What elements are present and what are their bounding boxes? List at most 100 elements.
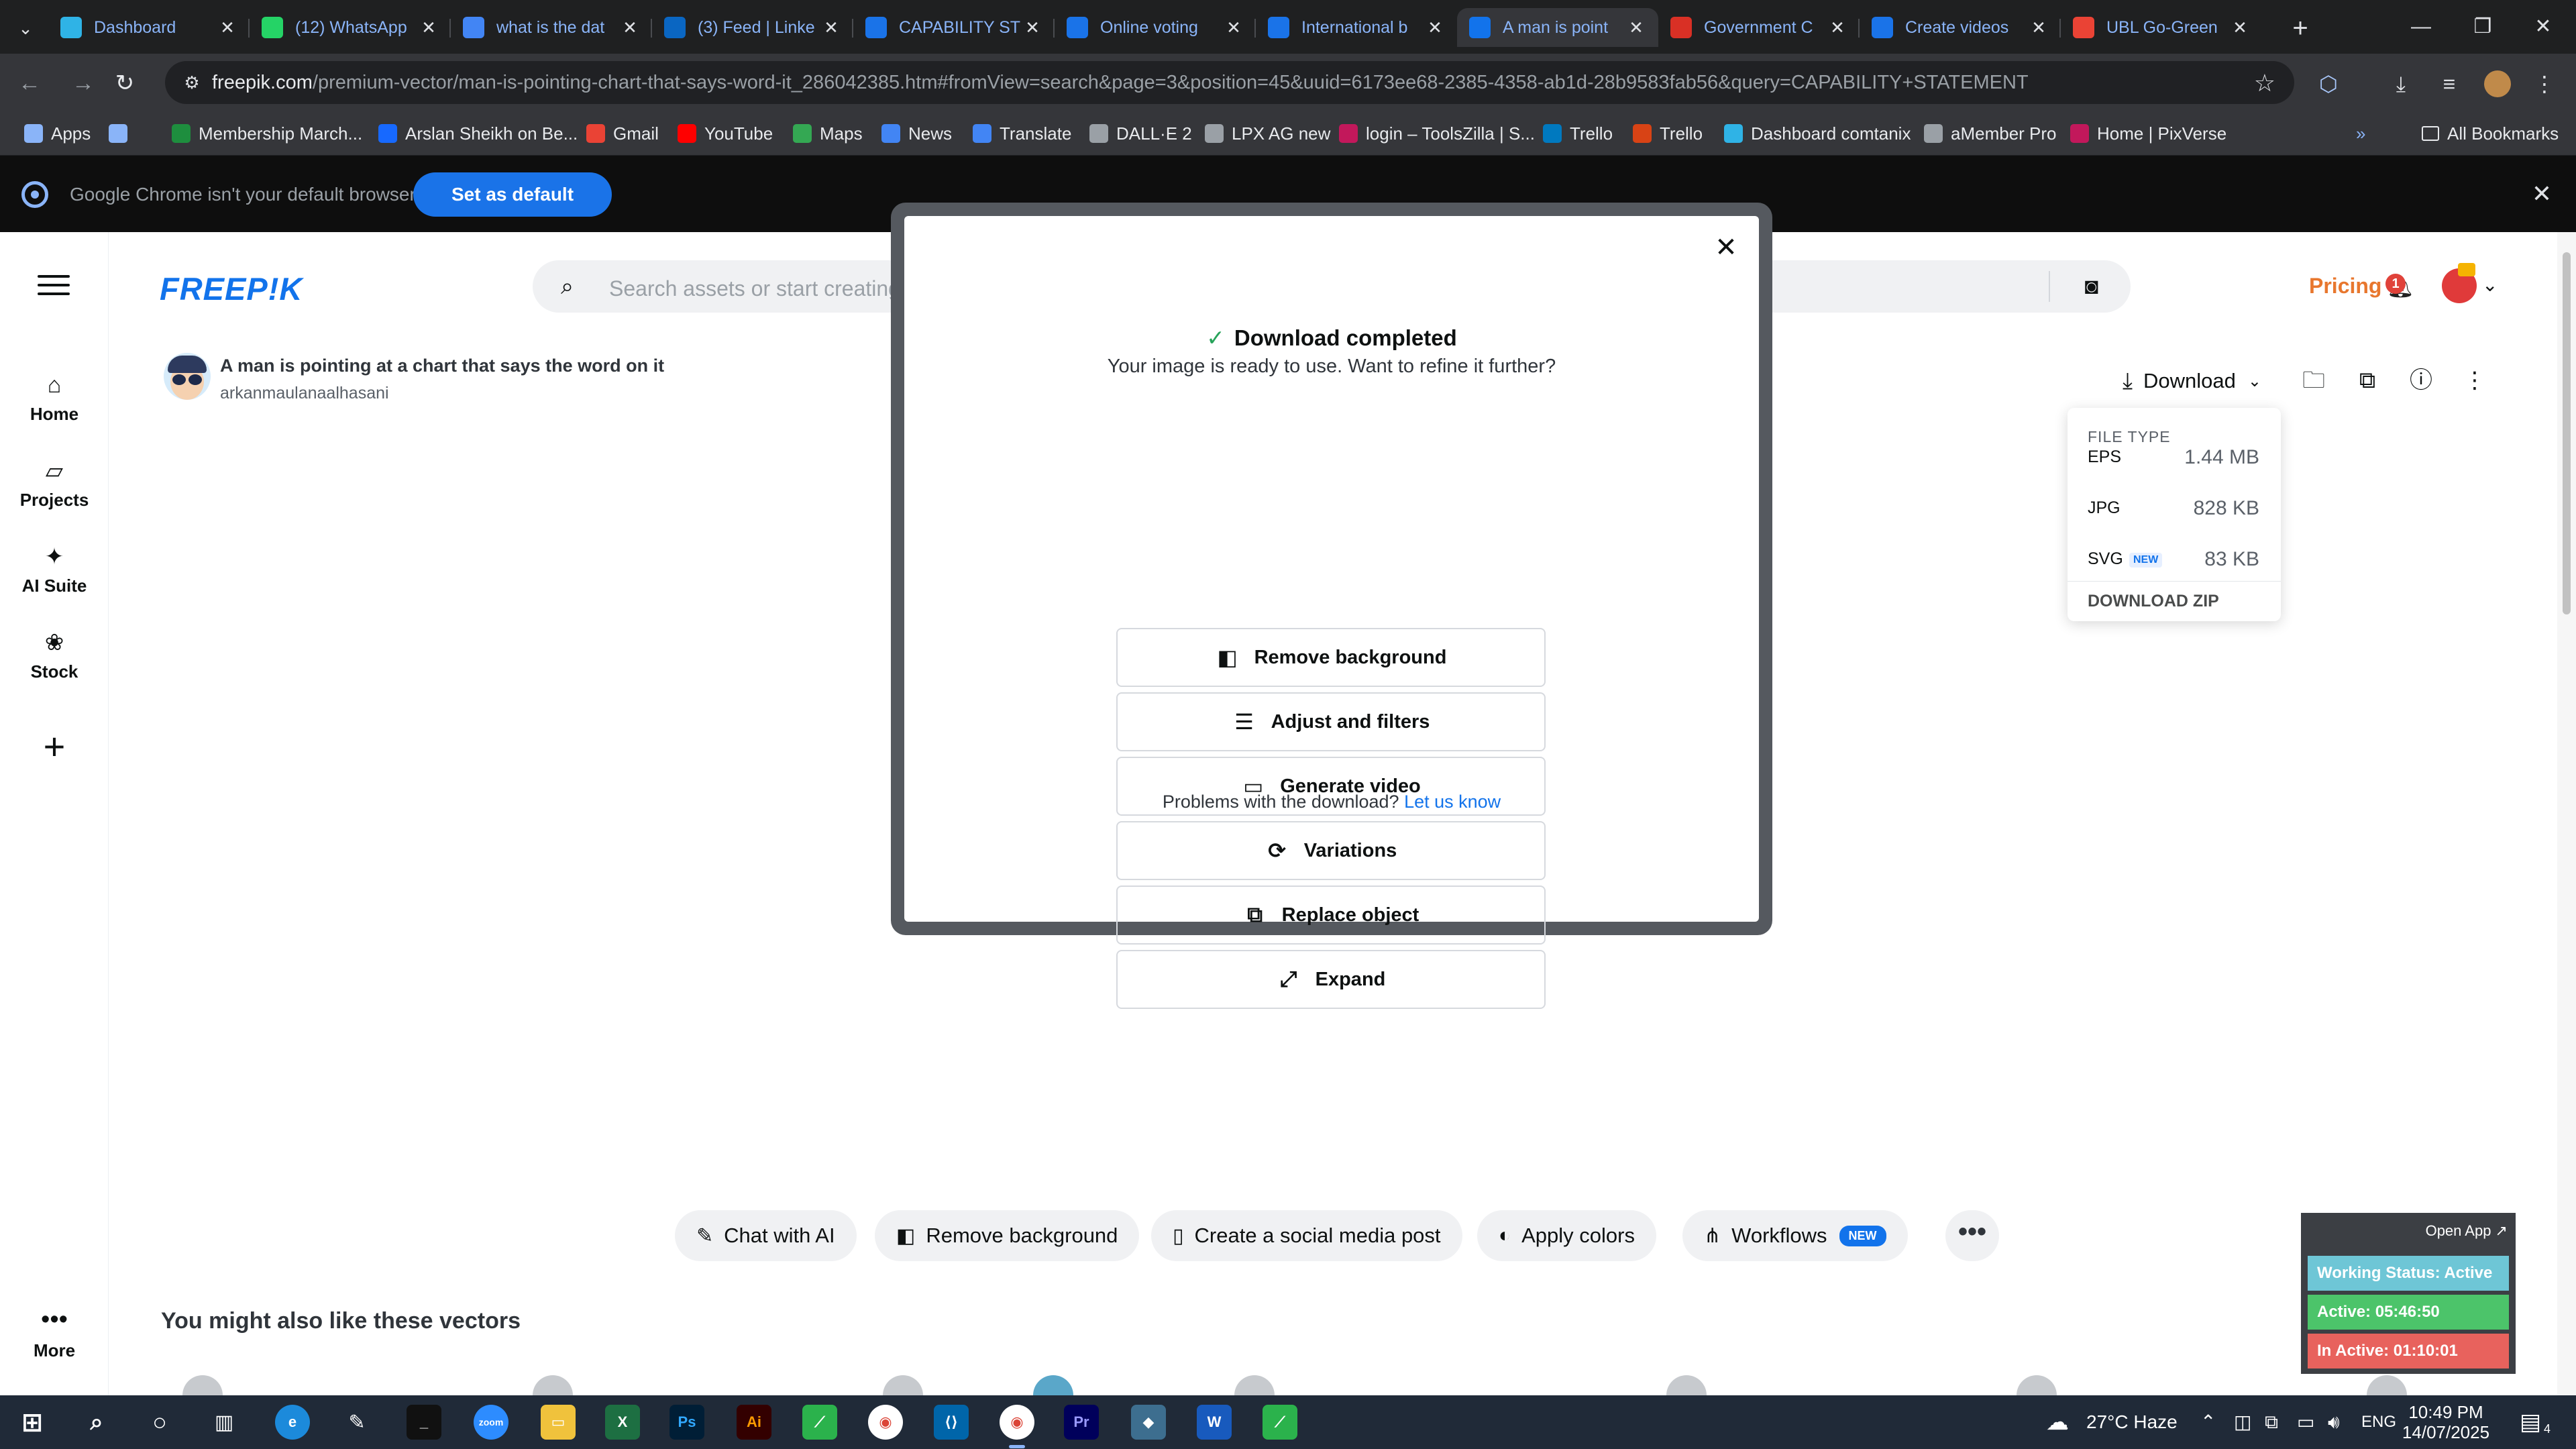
extension-icon[interactable]: ⬡ <box>2313 68 2344 99</box>
back-button[interactable]: ← <box>13 67 46 99</box>
bookmark-item[interactable]: aMember Pro <box>1924 122 2057 145</box>
close-window-button[interactable]: ✕ <box>2513 0 2573 54</box>
terminal-icon[interactable]: _ <box>407 1405 441 1440</box>
tab-search-dropdown-icon[interactable]: ⌄ <box>12 15 39 42</box>
close-tab-icon[interactable]: ✕ <box>2029 17 2049 38</box>
downloads-icon[interactable]: ⤓ <box>2385 68 2416 99</box>
nav-item-ai-suite[interactable]: ✦ AI Suite <box>0 542 109 596</box>
search-input[interactable]: Search assets or start creating <box>609 276 900 301</box>
close-tab-icon[interactable]: ✕ <box>1425 17 1445 38</box>
restore-window-button[interactable]: ❐ <box>2453 0 2513 54</box>
nav-item-stock[interactable]: ❀ Stock <box>0 628 109 682</box>
bookmark-item[interactable]: Gmail <box>586 122 659 145</box>
file-type-option-eps[interactable]: EPS 1.44 MB <box>2068 436 2281 476</box>
browser-tab[interactable]: Online voting ✕ <box>1055 8 1256 47</box>
task-view-icon[interactable]: ▥ <box>207 1405 241 1440</box>
tool-workflows[interactable]: ⋔ Workflows NEW <box>1682 1210 1908 1261</box>
new-tab-button[interactable]: + <box>2284 12 2316 44</box>
all-bookmarks-button[interactable]: All Bookmarks <box>2422 122 2559 145</box>
close-tab-icon[interactable]: ✕ <box>1827 17 1847 38</box>
bookmark-item[interactable]: login – ToolsZilla | S... <box>1339 122 1535 145</box>
nav-item-projects[interactable]: ▱ Projects <box>0 456 109 511</box>
freepik-logo[interactable]: FREEP!K <box>160 270 303 307</box>
bookmark-item[interactable]: YouTube <box>678 122 773 145</box>
nav-item-home[interactable]: ⌂ Home <box>0 370 109 425</box>
notifications-button[interactable]: 🔔︎ 1 <box>2385 274 2415 302</box>
close-tab-icon[interactable]: ✕ <box>2230 17 2250 38</box>
close-tab-icon[interactable]: ✕ <box>419 17 439 38</box>
network-icon[interactable]: ▭ <box>2297 1395 2314 1449</box>
bookmark-item[interactable]: News <box>881 122 952 145</box>
bookmark-item[interactable]: Trello <box>1543 122 1613 145</box>
address-bar[interactable]: ⚙ freepik.com/premium-vector/man-is-poin… <box>165 61 2294 104</box>
thumbnail-preview[interactable] <box>1234 1375 1275 1395</box>
green-app-icon[interactable]: ⟋ <box>802 1405 837 1440</box>
volume-icon[interactable]: 🔊︎ <box>2328 1395 2340 1449</box>
search-icon[interactable]: ⌕ <box>79 1405 114 1440</box>
browser-tab[interactable]: A man is point ✕ <box>1457 8 1658 47</box>
bookmark-item[interactable]: Membership March... <box>172 122 362 145</box>
language-indicator[interactable]: ENG <box>2361 1395 2396 1449</box>
edge-icon[interactable]: e <box>275 1405 310 1440</box>
browser-tab[interactable]: (3) Feed | Linke ✕ <box>652 8 853 47</box>
edit-image-icon[interactable]: ⧉ <box>2352 365 2383 396</box>
file-type-option-jpg[interactable]: JPG 828 KB <box>2068 487 2281 527</box>
pen-icon[interactable]: ✎ <box>339 1405 374 1440</box>
thumbnail-preview[interactable] <box>1033 1375 1073 1395</box>
file-type-option-svg[interactable]: SVG 83 KB NEW <box>2068 538 2281 578</box>
close-tab-icon[interactable]: ✕ <box>1626 17 1646 38</box>
set-as-default-button[interactable]: Set as default <box>413 172 612 217</box>
browser-tab[interactable]: Government C ✕ <box>1658 8 1860 47</box>
bookmark-item[interactable] <box>109 122 136 145</box>
bookmark-star-icon[interactable]: ☆ <box>2254 69 2275 97</box>
bookmark-item[interactable]: Apps <box>24 122 91 145</box>
tray-chevron-icon[interactable]: ⌃ <box>2200 1395 2216 1449</box>
close-modal-icon[interactable]: ✕ <box>1711 232 1741 263</box>
add-to-collection-icon[interactable]: 🗀 <box>2298 365 2329 396</box>
zoom-icon[interactable]: zoom <box>474 1405 508 1440</box>
close-infobar-icon[interactable]: ✕ <box>2532 180 2552 208</box>
chevron-down-icon[interactable]: ⌄ <box>2482 274 2498 296</box>
thumbnail-preview[interactable] <box>533 1375 573 1395</box>
camera-search-icon[interactable]: ◙ <box>2084 274 2098 300</box>
more-tools-button[interactable]: ••• <box>1945 1210 1999 1261</box>
url-text[interactable]: freepik.com/premium-vector/man-is-pointi… <box>212 72 2029 94</box>
media-controls-icon[interactable]: ≡ <box>2434 68 2465 99</box>
vscode-icon[interactable]: ⟨⟩ <box>934 1405 969 1440</box>
browser-tab[interactable]: Create videos ✕ <box>1860 8 2061 47</box>
bookmark-item[interactable]: Maps <box>793 122 863 145</box>
thumbnail-preview[interactable] <box>2367 1375 2407 1395</box>
nav-item-more[interactable]: ••• More <box>0 1307 109 1361</box>
premiere-icon[interactable]: Pr <box>1064 1405 1099 1440</box>
profile-avatar[interactable] <box>2482 68 2513 99</box>
download-button[interactable]: ⤓ Download ⌄ <box>2123 366 2261 396</box>
word-icon[interactable]: W <box>1197 1405 1232 1440</box>
close-tab-icon[interactable]: ✕ <box>620 17 640 38</box>
close-tab-icon[interactable]: ✕ <box>1022 17 1042 38</box>
replace-object-button[interactable]: ⧉ Replace object <box>1116 885 1546 945</box>
open-app-link[interactable]: Open App ↗ <box>2426 1222 2508 1240</box>
illustrator-icon[interactable]: Ai <box>737 1405 771 1440</box>
bookmark-item[interactable]: Arslan Sheikh on Be... <box>378 122 578 145</box>
bookmark-item[interactable]: LPX AG new <box>1205 122 1330 145</box>
close-tab-icon[interactable]: ✕ <box>821 17 841 38</box>
bookmark-item[interactable]: Dashboard comtanix <box>1724 122 1911 145</box>
let-us-know-link[interactable]: Let us know <box>1404 792 1501 812</box>
add-icon[interactable]: + <box>36 728 72 765</box>
minimize-window-button[interactable]: — <box>2391 0 2451 54</box>
close-tab-icon[interactable]: ✕ <box>1224 17 1244 38</box>
tool-apply-colors[interactable]: ◐ Apply colors <box>1477 1210 1656 1261</box>
clock[interactable]: 10:49 PM 14/07/2025 <box>2392 1402 2500 1442</box>
cortana-icon[interactable]: ○ <box>142 1405 177 1440</box>
reload-button[interactable]: ↻ <box>109 67 141 99</box>
bookmark-item[interactable]: Home | PixVerse <box>2070 122 2226 145</box>
expand-button[interactable]: ⤢ Expand <box>1116 950 1546 1009</box>
browser-tab[interactable]: CAPABILITY ST ✕ <box>853 8 1055 47</box>
variations-button[interactable]: ⟳ Variations <box>1116 821 1546 880</box>
thumbnail-preview[interactable] <box>883 1375 923 1395</box>
photoshop-icon[interactable]: Ps <box>669 1405 704 1440</box>
chrome-active-icon[interactable]: ◉ <box>1000 1405 1034 1440</box>
tray-app-icon[interactable]: ◫ <box>2234 1395 2251 1449</box>
notification-center-icon[interactable]: ▤ <box>2520 1395 2541 1449</box>
browser-tab[interactable]: Dashboard ✕ <box>48 8 250 47</box>
